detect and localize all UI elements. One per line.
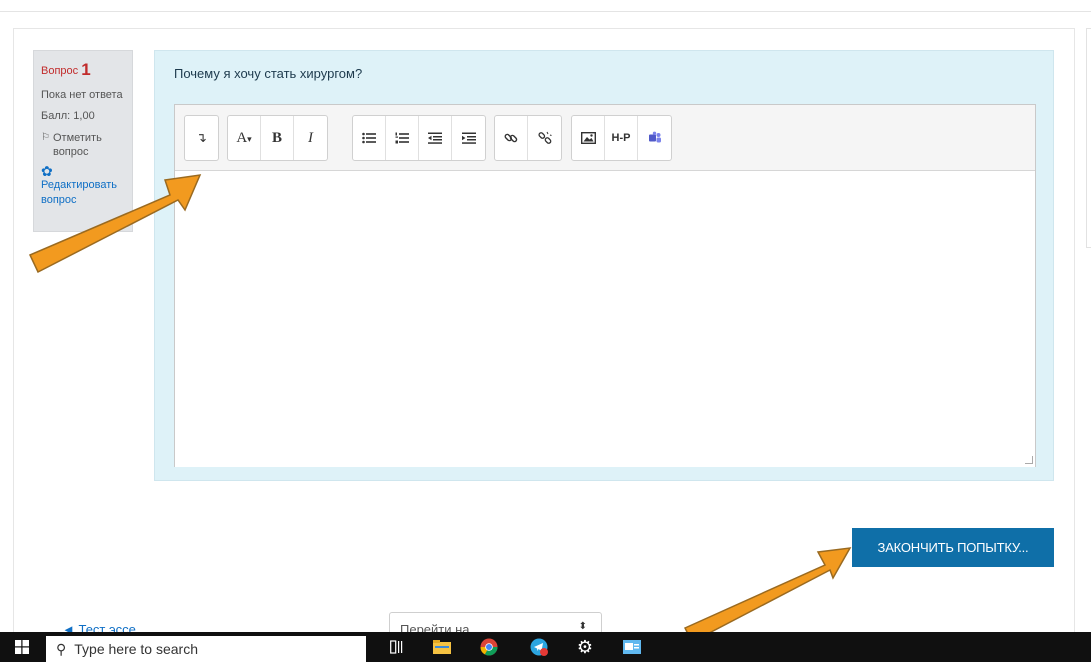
question-score: Балл: 1,00 [41, 109, 95, 122]
taskbar-search-placeholder: Type here to search [74, 641, 199, 657]
h5p-button[interactable]: H-P [605, 116, 638, 160]
bold-button[interactable]: B [261, 116, 294, 160]
image-button[interactable] [572, 116, 605, 160]
mail-icon[interactable] [615, 632, 649, 662]
indent-button[interactable] [452, 116, 485, 160]
editor-toolbar: ↴ A▾ B I H-P [175, 105, 1035, 171]
unordered-list-button[interactable] [353, 116, 386, 160]
unordered-list-icon [362, 132, 376, 144]
toolbar-group-style: A▾ B I [227, 115, 328, 161]
question-info-panel: Вопрос 1 Пока нет ответа Балл: 1,00 ⚐ От… [33, 50, 133, 232]
italic-button[interactable]: I [294, 116, 327, 160]
toolbar-group-media: H-P [571, 115, 672, 161]
select-caret-icon: ⬍ [578, 621, 587, 632]
toolbar-group-collapse: ↴ [184, 115, 219, 161]
answer-text-area[interactable] [175, 171, 1035, 467]
font-color-button[interactable]: A▾ [228, 116, 261, 160]
question-content: Почему я хочу стать хирургом? ↴ A▾ B I H… [154, 50, 1054, 481]
ordered-list-button[interactable] [386, 116, 419, 160]
quiz-attempt-page: Вопрос 1 Пока нет ответа Балл: 1,00 ⚐ От… [0, 0, 1091, 662]
collapse-icon: ↴ [196, 130, 207, 145]
edit-question-label: Редактировать вопрос [41, 179, 117, 207]
telegram-icon[interactable] [522, 632, 556, 662]
question-prompt: Почему я хочу стать хирургом? [174, 66, 363, 81]
ordered-list-icon [395, 132, 409, 144]
task-view-icon[interactable] [380, 632, 414, 662]
collapse-button[interactable]: ↴ [185, 116, 218, 160]
settings-icon[interactable]: ⚙ [568, 632, 602, 662]
link-icon [504, 133, 518, 143]
taskbar-search-box[interactable]: ⚲ Type here to search [46, 636, 366, 662]
start-button[interactable] [8, 632, 36, 662]
unlink-button[interactable] [528, 116, 561, 160]
question-number: Вопрос 1 [41, 59, 125, 82]
italic-icon: I [308, 129, 313, 146]
question-status: Пока нет ответа [41, 88, 123, 101]
resize-grip-icon[interactable] [1025, 456, 1033, 464]
teams-icon [648, 131, 661, 143]
windows-taskbar: ⚲ Type here to search ⚙ [0, 632, 1091, 662]
top-strip [0, 0, 1091, 12]
flag-question-label: Отметить вопрос [52, 131, 102, 159]
h5p-icon: H-P [611, 132, 631, 144]
search-icon: ⚲ [56, 640, 67, 657]
gear-icon: ✿ [41, 163, 53, 180]
flag-icon: ⚐ [41, 131, 50, 143]
chrome-icon[interactable] [472, 632, 506, 662]
question-number-value: 1 [81, 60, 91, 79]
unlink-icon [537, 131, 552, 144]
outdent-icon [428, 132, 442, 144]
outdent-button[interactable] [419, 116, 452, 160]
toolbar-group-links [494, 115, 562, 161]
teams-button[interactable] [638, 116, 671, 160]
indent-icon [461, 132, 476, 144]
image-icon [580, 132, 596, 144]
link-button[interactable] [495, 116, 528, 160]
question-label: Вопрос [41, 65, 79, 77]
right-side-block [1086, 28, 1091, 248]
answer-editor: ↴ A▾ B I H-P [174, 104, 1036, 467]
toolbar-group-lists [352, 115, 486, 161]
bold-icon: B [271, 129, 282, 146]
windows-icon [15, 640, 29, 654]
finish-attempt-button[interactable]: ЗАКОНЧИТЬ ПОПЫТКУ... [852, 528, 1054, 567]
edit-question-link[interactable]: ✿ Редактировать вопрос [41, 164, 125, 208]
font-color-icon: A▾ [236, 129, 252, 146]
file-explorer-icon[interactable] [425, 632, 459, 662]
flag-question-link[interactable]: ⚐ Отметить вопрос [41, 131, 125, 161]
